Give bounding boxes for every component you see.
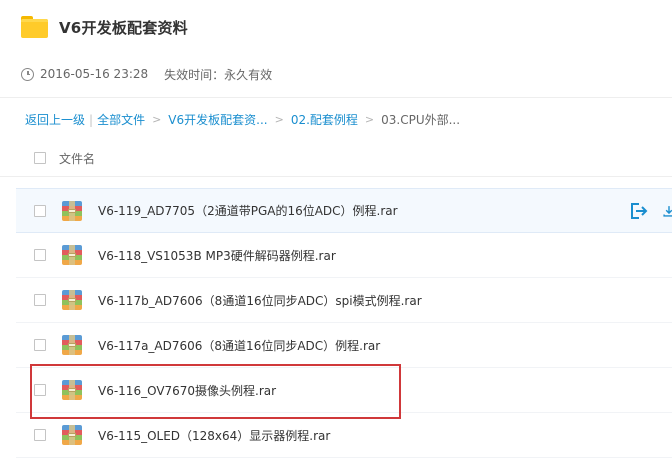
- select-all-checkbox[interactable]: [34, 152, 46, 164]
- breadcrumb-current: 03.CPU外部...: [381, 113, 461, 127]
- breadcrumb-arrow: >: [364, 113, 375, 126]
- file-row[interactable]: V6-118_VS1053B MP3硬件解码器例程.rar: [16, 233, 672, 278]
- row-checkbox[interactable]: [34, 294, 46, 306]
- file-name[interactable]: V6-117b_AD7606（8通道16位同步ADC）spi模式例程.rar: [98, 292, 422, 309]
- file-row[interactable]: V6-117a_AD7606（8通道16位同步ADC）例程.rar: [16, 323, 672, 368]
- clock-icon: [21, 67, 34, 81]
- share-header: V6开发板配套资料: [21, 14, 188, 40]
- download-icon[interactable]: [662, 201, 672, 221]
- share-page: V6开发板配套资料 2016-05-16 23:28 失效时间：永久有效 返回上…: [0, 0, 672, 466]
- divider: [0, 176, 672, 177]
- share-meta: 2016-05-16 23:28 失效时间：永久有效: [21, 66, 272, 82]
- rar-archive-icon: [62, 245, 82, 265]
- save-to-netdisk-icon[interactable]: [628, 201, 648, 221]
- file-row[interactable]: V6-119_AD7705（2通道带PGA的16位ADC）例程.rar: [16, 188, 672, 233]
- column-filename[interactable]: 文件名: [59, 150, 95, 167]
- file-list-header: 文件名: [0, 142, 672, 174]
- folder-icon: [21, 16, 49, 38]
- file-row[interactable]: V6-116_OV7670摄像头例程.rar: [16, 368, 672, 413]
- row-actions: [628, 201, 672, 221]
- expire-text: 失效时间：永久有效: [164, 67, 273, 82]
- rar-archive-icon: [62, 425, 82, 445]
- rar-archive-icon: [62, 335, 82, 355]
- breadcrumb-all-files[interactable]: 全部文件: [97, 111, 145, 128]
- row-checkbox[interactable]: [34, 249, 46, 261]
- share-date: 2016-05-16 23:28: [40, 67, 149, 81]
- breadcrumb-separator: |: [89, 112, 94, 127]
- file-name[interactable]: V6-115_OLED（128x64）显示器例程.rar: [98, 427, 330, 444]
- rar-archive-icon: [62, 380, 82, 400]
- rar-archive-icon: [62, 290, 82, 310]
- rar-archive-icon: [62, 200, 82, 221]
- breadcrumb: 返回上一级 | 全部文件 > V6开发板配套资... > 02.配套例程 > 0…: [25, 111, 460, 128]
- divider: [0, 97, 672, 98]
- file-name[interactable]: V6-116_OV7670摄像头例程.rar: [98, 382, 276, 399]
- file-row[interactable]: V6-115_OLED（128x64）显示器例程.rar: [16, 413, 672, 458]
- row-checkbox[interactable]: [34, 339, 46, 351]
- breadcrumb-level1[interactable]: V6开发板配套资...: [168, 111, 267, 128]
- breadcrumb-arrow: >: [274, 113, 284, 126]
- row-checkbox[interactable]: [34, 429, 46, 441]
- file-name[interactable]: V6-118_VS1053B MP3硬件解码器例程.rar: [98, 247, 336, 264]
- breadcrumb-arrow: >: [152, 113, 162, 126]
- row-checkbox[interactable]: [34, 204, 46, 217]
- breadcrumb-level2[interactable]: 02.配套例程: [291, 111, 358, 128]
- share-title: V6开发板配套资料: [59, 18, 188, 37]
- row-checkbox[interactable]: [34, 384, 46, 396]
- back-link[interactable]: 返回上一级: [25, 111, 85, 128]
- file-name[interactable]: V6-119_AD7705（2通道带PGA的16位ADC）例程.rar: [98, 202, 398, 219]
- file-name[interactable]: V6-117a_AD7606（8通道16位同步ADC）例程.rar: [98, 337, 380, 354]
- file-row[interactable]: V6-117b_AD7606（8通道16位同步ADC）spi模式例程.rar: [16, 278, 672, 323]
